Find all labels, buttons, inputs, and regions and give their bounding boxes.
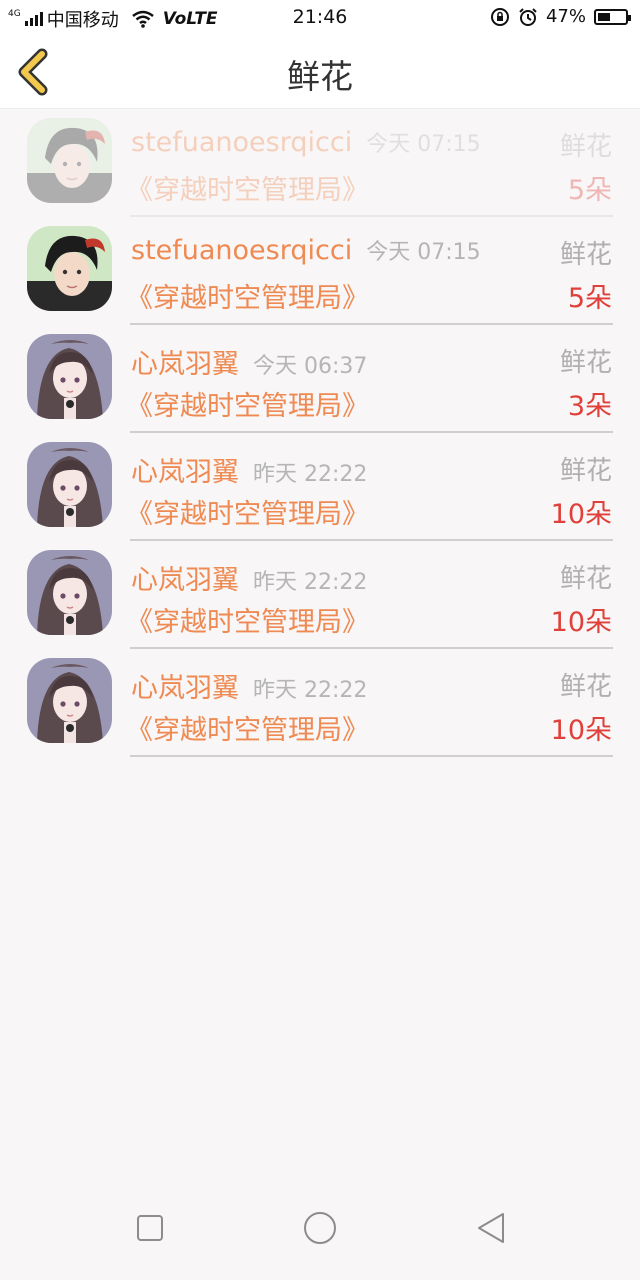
user-name: 心岚羽翼 — [131, 673, 239, 704]
avatar-boy-image — [27, 118, 112, 203]
gift-count: 3朵 — [567, 391, 612, 422]
gift-type: 鲜花 — [559, 132, 612, 162]
page-title: 鲜花 — [287, 57, 353, 96]
home-button[interactable] — [290, 1198, 350, 1258]
flower-record-list: stefuanoesrqicci 今天 07:15 《穿越时空管理局》 鲜花 5朵… — [0, 110, 640, 758]
battery-level — [598, 12, 611, 21]
send-time: 昨天 22:22 — [253, 462, 368, 487]
gift-count: 5朵 — [567, 283, 612, 314]
book-title: 《穿越时空管理局》 — [126, 715, 369, 746]
row-name-line: 心岚羽翼 昨天 22:22 — [131, 558, 367, 597]
gift-count: 10朵 — [550, 499, 612, 530]
triangle-back-icon — [478, 1213, 504, 1243]
list-item[interactable]: 心岚羽翼 昨天 22:22 《穿越时空管理局》 鲜花 10朵 — [0, 542, 640, 650]
gift-type: 鲜花 — [559, 564, 612, 594]
divider — [130, 755, 613, 757]
gift-type: 鲜花 — [559, 456, 612, 486]
list-item[interactable]: 心岚羽翼 今天 06:37 《穿越时空管理局》 鲜花 3朵 — [0, 326, 640, 434]
send-time: 昨天 22:22 — [253, 570, 368, 595]
user-name: stefuanoesrqicci — [131, 235, 353, 266]
square-icon — [137, 1215, 163, 1241]
alarm-icon — [519, 7, 537, 26]
divider — [130, 323, 613, 325]
status-right: 47% — [490, 6, 631, 27]
divider — [130, 215, 613, 217]
book-title: 《穿越时空管理局》 — [126, 283, 369, 314]
avatar — [27, 658, 112, 743]
user-name: stefuanoesrqicci — [131, 127, 353, 158]
battery-percent: 47% — [545, 6, 586, 27]
avatar-girl-image — [27, 550, 112, 635]
rotation-lock-icon — [490, 7, 509, 26]
user-name: 心岚羽翼 — [131, 349, 239, 380]
send-time: 昨天 22:22 — [253, 678, 368, 703]
book-title: 《穿越时空管理局》 — [126, 499, 369, 530]
row-name-line: 心岚羽翼 昨天 22:22 — [131, 450, 367, 489]
gift-count: 10朵 — [550, 715, 612, 746]
row-name-line: 心岚羽翼 今天 06:37 — [131, 342, 367, 381]
send-time: 今天 07:15 — [366, 240, 481, 265]
list-item[interactable]: stefuanoesrqicci 今天 07:15 《穿越时空管理局》 鲜花 5朵 — [0, 110, 640, 218]
avatar-girl-image — [27, 334, 112, 419]
user-name: 心岚羽翼 — [131, 457, 239, 488]
list-item[interactable]: 心岚羽翼 昨天 22:22 《穿越时空管理局》 鲜花 10朵 — [0, 650, 640, 758]
battery-icon — [594, 8, 631, 25]
row-name-line: stefuanoesrqicci 今天 07:15 — [131, 234, 481, 266]
avatar — [27, 442, 112, 527]
list-item[interactable]: stefuanoesrqicci 今天 07:15 《穿越时空管理局》 鲜花 5朵 — [0, 218, 640, 326]
app-header: 鲜花 — [0, 32, 640, 109]
avatar — [27, 118, 112, 203]
gift-type: 鲜花 — [559, 240, 612, 270]
book-title: 《穿越时空管理局》 — [126, 175, 369, 206]
avatar-boy-image — [27, 226, 112, 311]
recent-apps-button[interactable] — [120, 1198, 180, 1258]
avatar-girl-image — [27, 442, 112, 527]
book-title: 《穿越时空管理局》 — [126, 391, 369, 422]
divider — [130, 647, 613, 649]
row-name-line: 心岚羽翼 昨天 22:22 — [131, 666, 367, 705]
circle-icon — [304, 1212, 336, 1244]
status-bar: 4G 中国移动 VoLTE 21:46 47% — [0, 0, 640, 32]
gift-count: 5朵 — [567, 175, 612, 206]
gift-type: 鲜花 — [559, 348, 612, 378]
system-nav-bar — [0, 1180, 640, 1280]
send-time: 今天 06:37 — [253, 354, 368, 379]
avatar-girl-image — [27, 658, 112, 743]
user-name: 心岚羽翼 — [131, 565, 239, 596]
avatar — [27, 226, 112, 311]
divider — [130, 431, 613, 433]
gift-count: 10朵 — [550, 607, 612, 638]
row-name-line: stefuanoesrqicci 今天 07:15 — [131, 126, 481, 158]
avatar — [27, 550, 112, 635]
list-item[interactable]: 心岚羽翼 昨天 22:22 《穿越时空管理局》 鲜花 10朵 — [0, 434, 640, 542]
gift-type: 鲜花 — [559, 672, 612, 702]
send-time: 今天 07:15 — [366, 132, 481, 157]
avatar — [27, 334, 112, 419]
book-title: 《穿越时空管理局》 — [126, 607, 369, 638]
divider — [130, 539, 613, 541]
nav-back-button[interactable] — [460, 1198, 520, 1258]
